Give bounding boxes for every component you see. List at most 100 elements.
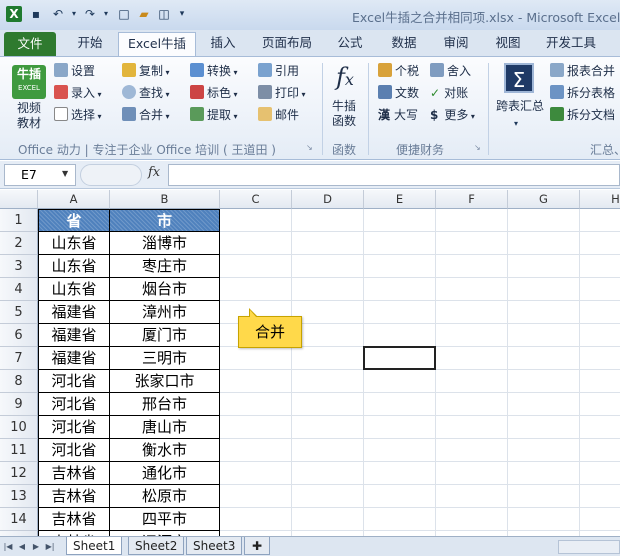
find-button[interactable]: 查找 ▾ — [122, 83, 170, 103]
table-cell[interactable]: 吉林省 — [38, 462, 110, 485]
customize-icon[interactable]: ▾ — [174, 6, 190, 22]
dialog-launcher-icon[interactable]: ↘ — [474, 143, 481, 152]
table-cell[interactable]: 厦门市 — [110, 324, 220, 347]
uppercase-button[interactable]: 漢大写 — [378, 105, 418, 125]
insert-function-icon[interactable]: fx — [148, 165, 160, 180]
excel-logo-icon[interactable]: X — [6, 6, 22, 22]
tab-home[interactable]: 开始 — [64, 30, 116, 56]
undo-icon[interactable]: ↶ — [50, 6, 66, 22]
row-header[interactable]: 14 — [0, 508, 38, 531]
table-header-cell[interactable]: 市 — [110, 209, 220, 232]
chevron-down-icon[interactable]: ▼ — [62, 169, 68, 178]
table-cell[interactable]: 四平市 — [110, 508, 220, 531]
cross-sheet-summary-button[interactable]: 跨表汇总 — [494, 99, 546, 114]
niucha-function-button[interactable]: 牛插 函数 — [326, 99, 362, 129]
row-header[interactable]: 12 — [0, 462, 38, 485]
row-header[interactable]: 13 — [0, 485, 38, 508]
reconcile-button[interactable]: ✓ 对账 — [430, 83, 468, 103]
merge-button[interactable]: 合并 ▾ — [122, 105, 170, 125]
entry-button[interactable]: 录入 ▾ — [54, 83, 102, 103]
column-header[interactable]: G — [508, 190, 580, 209]
split-table-button[interactable]: 拆分表格 — [550, 83, 615, 103]
worksheet-grid[interactable]: ABCDEFGH 123456789101112131415 省市山东省淄博市山… — [0, 190, 620, 536]
table-cell[interactable]: 福建省 — [38, 347, 110, 370]
undo-dropdown-icon[interactable]: ▾ — [66, 6, 82, 22]
more-button[interactable]: $ 更多 ▾ — [430, 105, 475, 125]
extract-button[interactable]: 提取 ▾ — [190, 105, 238, 125]
save-icon[interactable]: ▪ — [28, 6, 44, 22]
formula-input[interactable] — [168, 164, 620, 186]
row-header[interactable]: 8 — [0, 370, 38, 393]
row-header[interactable]: 3 — [0, 255, 38, 278]
table-cell[interactable]: 枣庄市 — [110, 255, 220, 278]
horizontal-scrollbar[interactable] — [558, 540, 620, 554]
table-cell[interactable]: 张家口市 — [110, 370, 220, 393]
row-header[interactable]: 7 — [0, 347, 38, 370]
table-cell[interactable]: 山东省 — [38, 232, 110, 255]
print-button[interactable]: 打印 ▾ — [258, 83, 306, 103]
table-cell[interactable]: 山东省 — [38, 255, 110, 278]
column-header[interactable]: D — [292, 190, 364, 209]
row-header[interactable]: 2 — [0, 232, 38, 255]
chevron-down-icon[interactable]: ▾ — [514, 119, 518, 128]
tab-formulas[interactable]: 公式 — [326, 30, 374, 56]
tab-excel-niucha[interactable]: Excel牛插 — [118, 32, 196, 57]
reference-button[interactable]: 引用 — [258, 61, 299, 81]
redo-dropdown-icon[interactable]: ▾ — [98, 6, 114, 22]
mail-button[interactable]: 邮件 — [258, 105, 299, 125]
function-icon[interactable]: fx — [332, 63, 358, 93]
tab-view[interactable]: 视图 — [484, 30, 532, 56]
table-cell[interactable]: 河北省 — [38, 370, 110, 393]
niucha-logo-icon[interactable]: 牛插 EXCEL — [12, 65, 46, 99]
column-header[interactable]: C — [220, 190, 292, 209]
report-merge-button[interactable]: 报表合并 — [550, 61, 615, 81]
tab-review[interactable]: 审阅 — [432, 30, 480, 56]
row-header[interactable]: 1 — [0, 209, 38, 232]
tab-file[interactable]: 文件 — [4, 32, 56, 56]
row-header[interactable]: 10 — [0, 416, 38, 439]
dialog-launcher-icon[interactable]: ↘ — [306, 143, 313, 152]
table-cell[interactable]: 福建省 — [38, 324, 110, 347]
sheet-tab-sheet2[interactable]: Sheet2 — [128, 537, 185, 555]
column-header[interactable]: H — [580, 190, 620, 209]
sigma-icon[interactable]: Σ — [504, 63, 534, 93]
first-sheet-icon[interactable]: |◀ — [2, 540, 14, 553]
table-cell[interactable]: 唐山市 — [110, 416, 220, 439]
select-button[interactable]: 选择 ▾ — [54, 105, 102, 125]
copy-button[interactable]: 复制 ▾ — [122, 61, 170, 81]
table-cell[interactable]: 河北省 — [38, 439, 110, 462]
table-header-cell[interactable]: 省 — [38, 209, 110, 232]
table-cell[interactable]: 吉林省 — [38, 485, 110, 508]
row-header[interactable]: 6 — [0, 324, 38, 347]
formula-bar-expander[interactable] — [80, 164, 142, 186]
row-header[interactable]: 9 — [0, 393, 38, 416]
last-sheet-icon[interactable]: ▶| — [44, 540, 56, 553]
column-header[interactable]: E — [364, 190, 436, 209]
column-header[interactable]: A — [38, 190, 110, 209]
open-icon[interactable]: ▰ — [136, 6, 152, 22]
table-cell[interactable]: 烟台市 — [110, 278, 220, 301]
row-header[interactable]: 11 — [0, 439, 38, 462]
table-cell[interactable]: 松原市 — [110, 485, 220, 508]
selected-cell[interactable] — [363, 346, 436, 370]
table-cell[interactable]: 山东省 — [38, 278, 110, 301]
sheet-tab-sheet3[interactable]: Sheet3 — [186, 537, 243, 555]
table-cell[interactable]: 福建省 — [38, 301, 110, 324]
convert-button[interactable]: 转换 ▾ — [190, 61, 238, 81]
video-tutorial-button[interactable]: 视频 教材 — [10, 101, 48, 131]
table-cell[interactable]: 河北省 — [38, 393, 110, 416]
prev-sheet-icon[interactable]: ◀ — [16, 540, 28, 553]
row-header[interactable]: 5 — [0, 301, 38, 324]
insert-sheet-icon[interactable]: ✚ — [244, 537, 270, 555]
tax-button[interactable]: 个税 — [378, 61, 419, 81]
new-icon[interactable]: □ — [116, 6, 132, 22]
sheet-tab-sheet1[interactable]: Sheet1 — [66, 537, 123, 555]
tab-insert[interactable]: 插入 — [198, 30, 248, 56]
column-header[interactable]: B — [110, 190, 220, 209]
table-cell[interactable]: 漳州市 — [110, 301, 220, 324]
redo-icon[interactable]: ↷ — [82, 6, 98, 22]
table-cell[interactable]: 吉林省 — [38, 508, 110, 531]
print-preview-icon[interactable]: ◫ — [156, 6, 172, 22]
table-cell[interactable]: 三明市 — [110, 347, 220, 370]
select-all-corner[interactable] — [0, 190, 38, 209]
